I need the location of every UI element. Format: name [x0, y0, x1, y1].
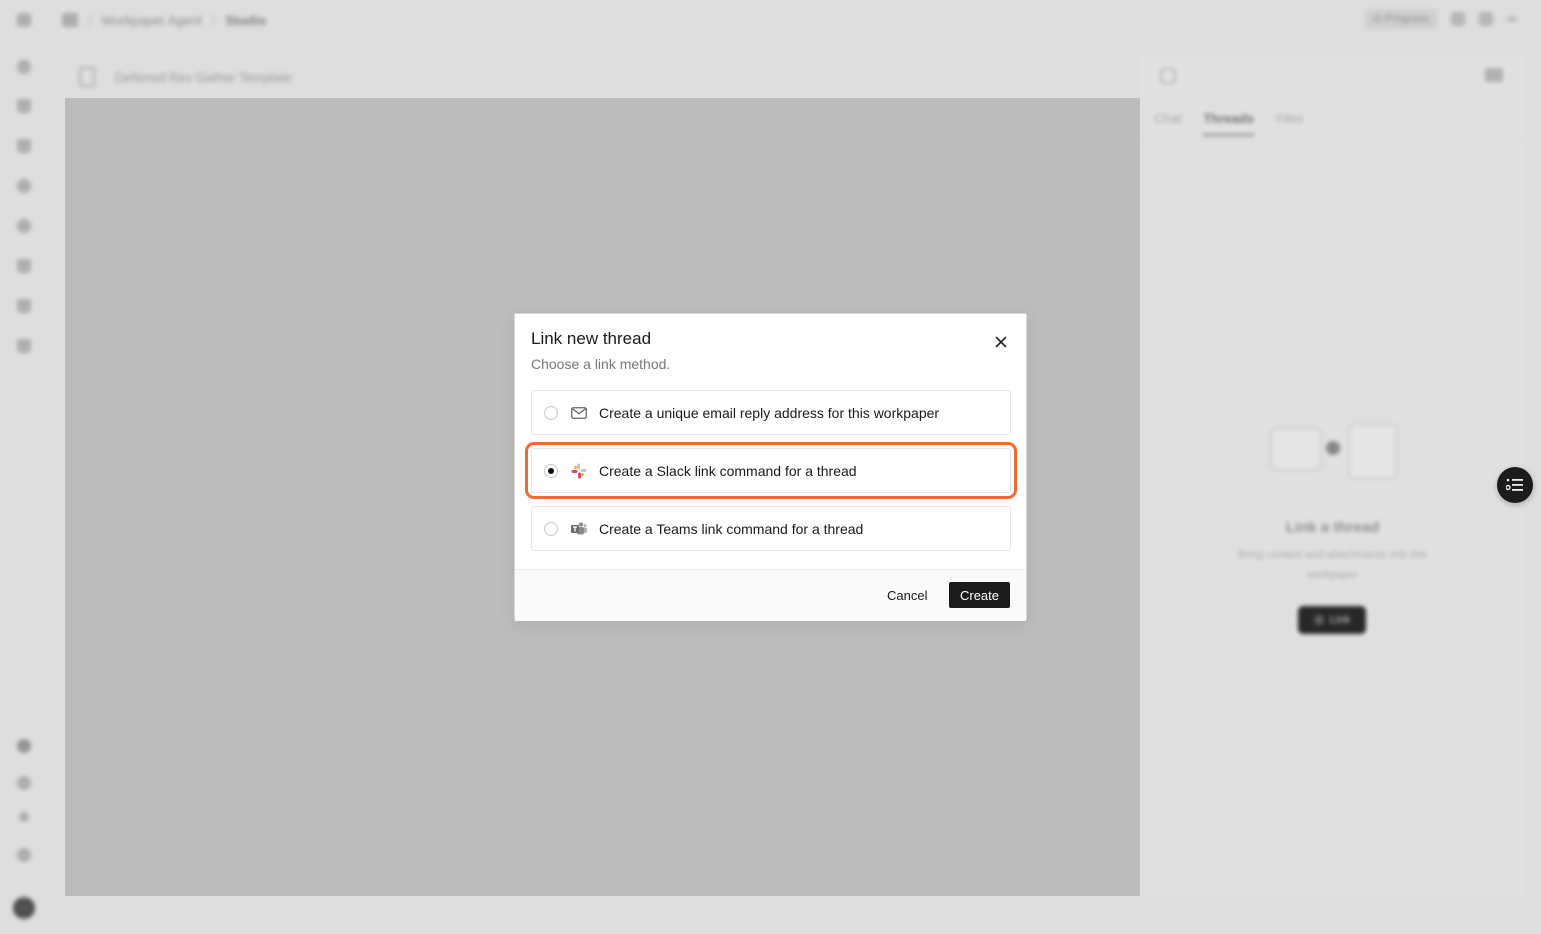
teams-icon — [571, 521, 587, 537]
close-icon — [995, 336, 1007, 348]
radio-email[interactable] — [544, 405, 558, 420]
option-email[interactable]: Create a unique email reply address for … — [531, 390, 1011, 435]
dialog-footer: Cancel Create — [515, 569, 1026, 621]
option-label: Create a Slack link command for a thread — [599, 462, 857, 479]
dialog-title: Link new thread — [531, 329, 652, 348]
option-slack[interactable]: Create a Slack link command for a thread — [525, 442, 1017, 499]
mail-icon — [571, 405, 587, 421]
close-button[interactable] — [989, 330, 1013, 354]
link-thread-dialog: Link new thread Choose a link method. Cr… — [514, 313, 1027, 621]
radio-teams[interactable] — [544, 521, 558, 536]
slack-icon — [571, 463, 587, 479]
option-label: Create a unique email reply address for … — [599, 404, 940, 421]
cancel-button[interactable]: Cancel — [877, 582, 937, 608]
option-teams[interactable]: Create a Teams link command for a thread — [531, 506, 1011, 551]
radio-slack[interactable] — [544, 463, 558, 478]
dialog-subtitle: Choose a link method. — [531, 356, 671, 372]
create-button[interactable]: Create — [949, 582, 1010, 608]
option-label: Create a Teams link command for a thread — [599, 520, 864, 537]
